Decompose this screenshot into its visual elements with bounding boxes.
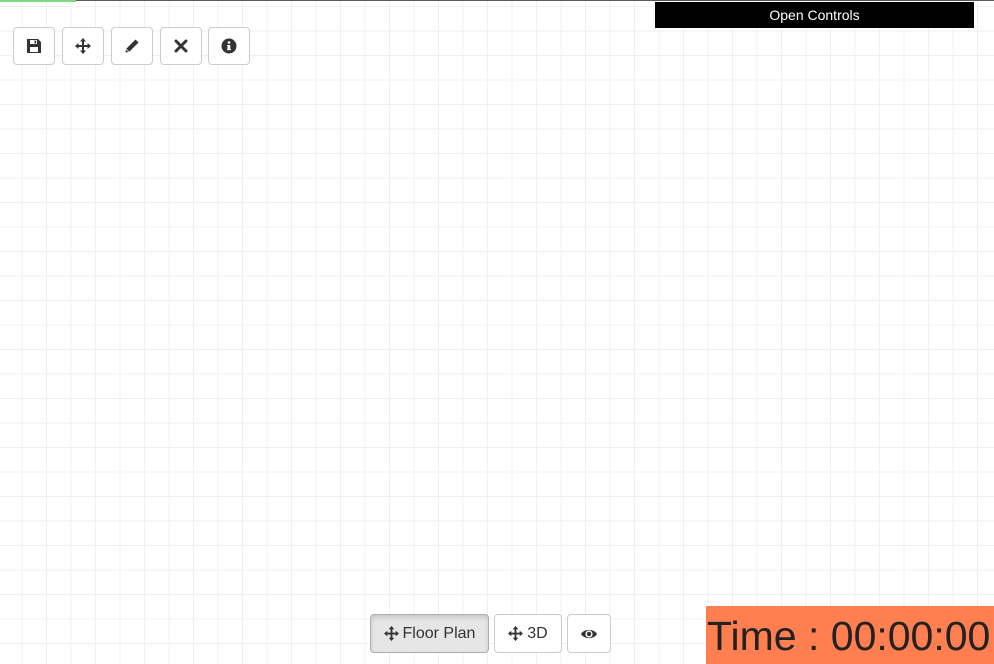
floor-plan-view-button[interactable]: Floor Plan	[370, 614, 489, 653]
move-arrows-icon	[508, 626, 524, 641]
delete-button[interactable]	[160, 27, 202, 65]
move-arrows-icon	[75, 38, 91, 54]
open-controls-button[interactable]: Open Controls	[655, 2, 974, 28]
eye-icon	[580, 627, 598, 641]
top-border-line	[0, 0, 994, 1]
preview-button[interactable]	[567, 614, 611, 653]
move-button[interactable]	[62, 27, 104, 65]
elapsed-time-display: Time : 00:00:00	[706, 606, 994, 664]
floor-plan-label: Floor Plan	[402, 624, 476, 642]
info-button[interactable]	[208, 27, 250, 65]
pencil-icon	[124, 38, 140, 54]
info-circle-icon	[221, 38, 237, 54]
3d-view-button[interactable]: 3D	[494, 614, 562, 653]
floppy-disk-icon	[26, 38, 42, 54]
save-button[interactable]	[13, 27, 55, 65]
loading-progress-accent	[0, 0, 76, 2]
move-arrows-icon	[383, 626, 399, 641]
3d-label: 3D	[527, 624, 548, 642]
close-x-icon	[174, 39, 188, 53]
draw-button[interactable]	[111, 27, 153, 65]
floor-plan-canvas[interactable]	[0, 0, 994, 664]
